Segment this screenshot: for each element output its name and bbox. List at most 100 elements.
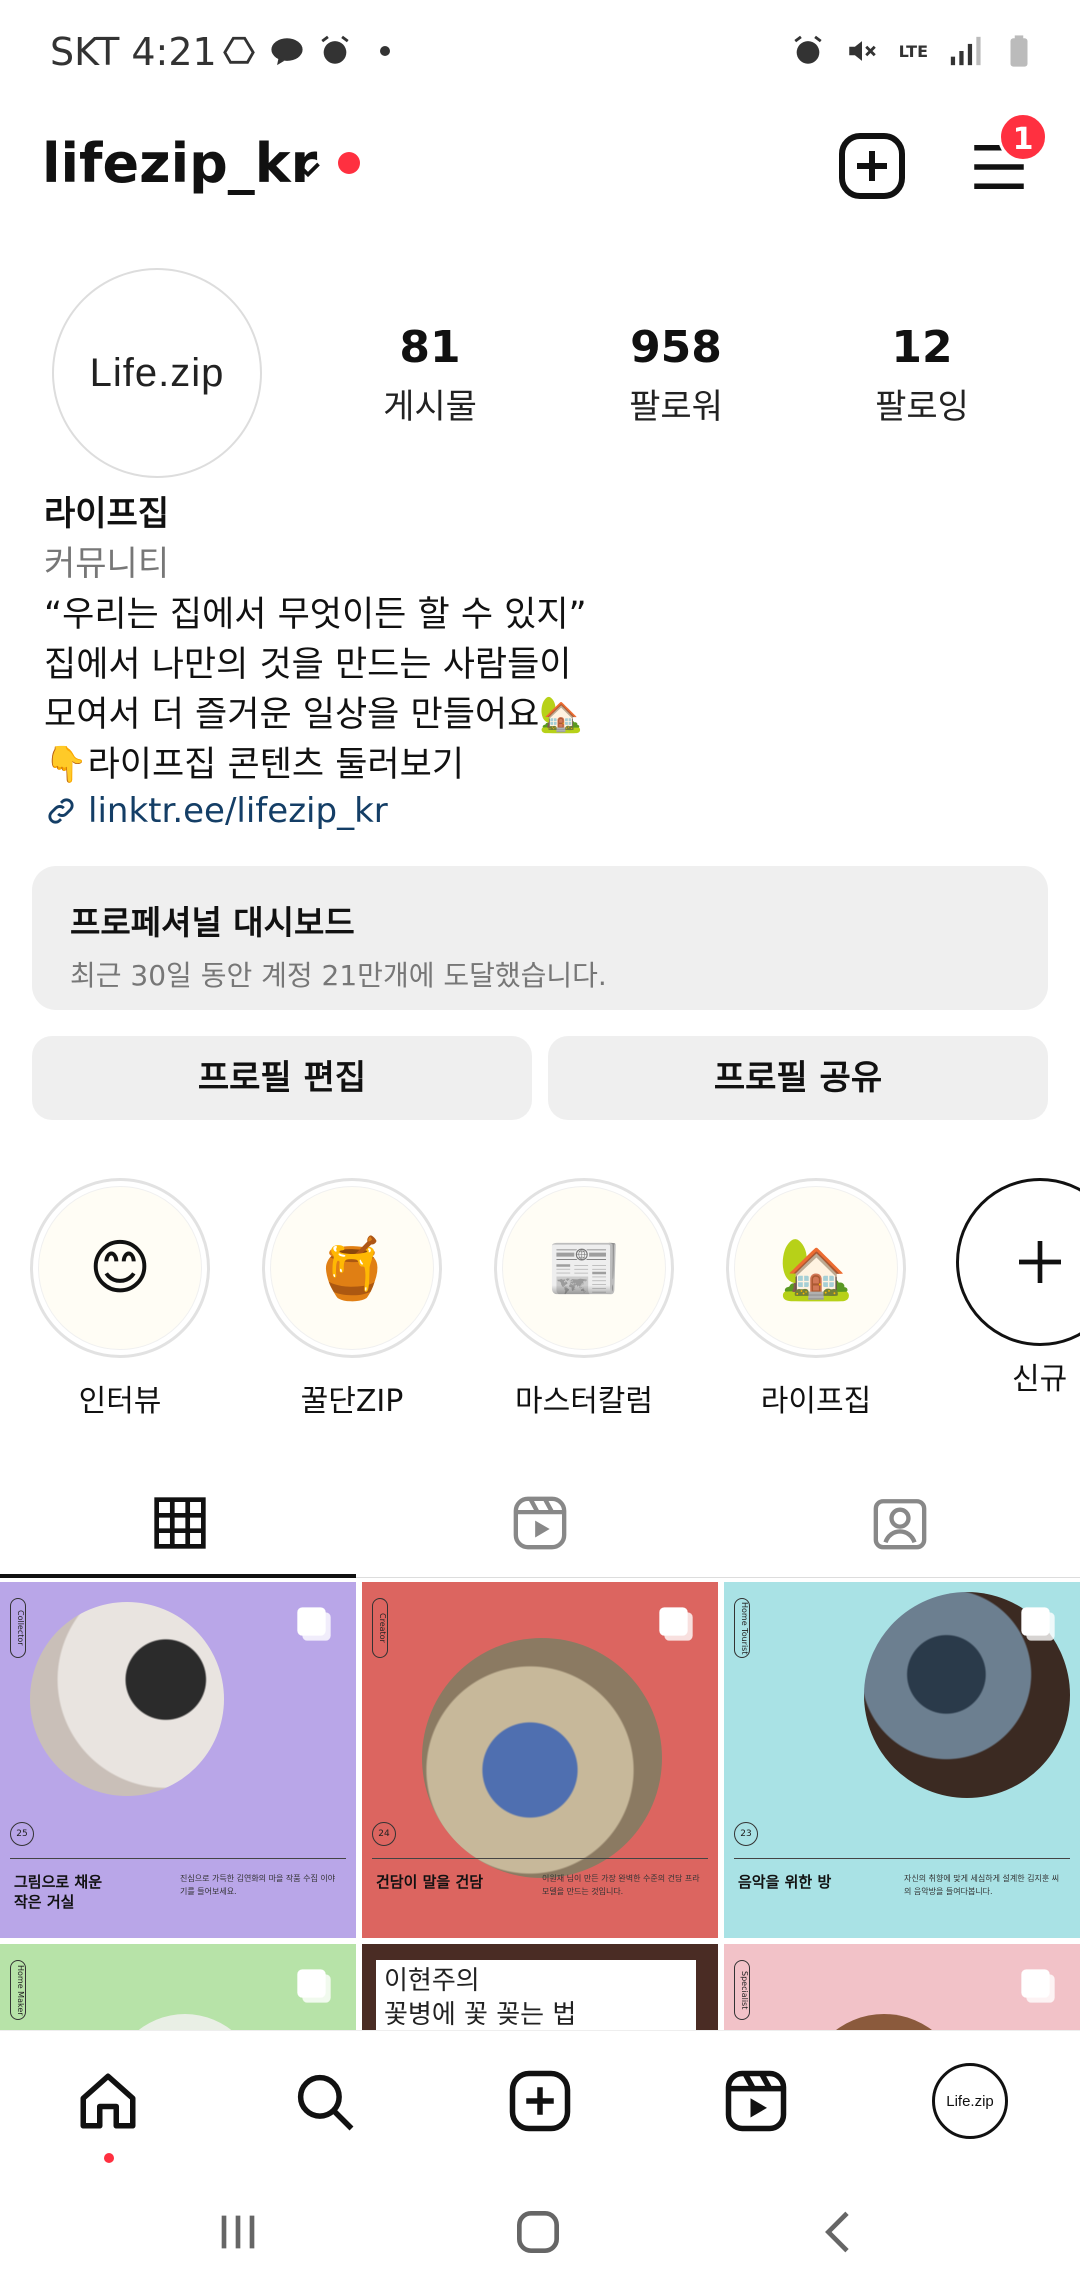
highlight-new[interactable]: 신규 (956, 1178, 1080, 1398)
post-title: 그림으로 채운 작은 거실 (14, 1873, 103, 1911)
post-description: 자신의 취향에 맞게 세심하게 설계한 김지훈 씨의 음악방을 들여다봅니다. (904, 1874, 1060, 1896)
edit-profile-button[interactable]: 프로필 편집 (32, 1036, 532, 1120)
alarm-icon (794, 35, 822, 64)
multiple-photos-icon (1021, 1607, 1055, 1641)
lte-icon: LTE (898, 41, 928, 61)
posts-label: 게시물 (383, 387, 477, 427)
home-button-icon[interactable] (510, 2204, 566, 2260)
highlight-ring: 📰 (494, 1178, 674, 1358)
account-category: 커뮤니티 (44, 544, 170, 584)
bio-link-text[interactable]: linktr.ee/lifezip_kr (88, 791, 388, 831)
highlight-ring: 🍯 (262, 1178, 442, 1358)
divider (372, 1858, 708, 1859)
signal-icon (950, 36, 981, 66)
profile-tabs (0, 1468, 1080, 1578)
new-highlight-button[interactable] (956, 1178, 1080, 1346)
avatar-logo-text: Life.zip (89, 350, 225, 395)
bio-line: 👇라이프집 콘텐츠 둘러보기 (44, 745, 465, 785)
tab-reels[interactable] (360, 1468, 720, 1578)
multiple-photos-icon (297, 1969, 331, 2003)
multiple-photos-icon (297, 1607, 331, 1641)
status-time: SKT 4:21 (50, 30, 217, 74)
grid-post-5[interactable]: 이현주의 꽃병에 꽃 꽂는 법 (362, 1944, 718, 2032)
create-icon (509, 2070, 571, 2132)
tab-tagged[interactable] (720, 1468, 1080, 1578)
posts-grid: Collector 25 그림으로 채운 작은 거실 진심으로 가득한 김연화의… (0, 1582, 1080, 2032)
back-icon[interactable] (812, 2204, 868, 2260)
recent-apps-icon[interactable] (210, 2204, 266, 2260)
multiple-photos-icon (1021, 1969, 1055, 2003)
following-stat[interactable]: 12 팔로잉 (822, 322, 1022, 428)
nav-create[interactable] (500, 2061, 580, 2141)
tab-grid[interactable] (0, 1468, 360, 1578)
highlight-label: 신규 (1012, 1362, 1068, 1397)
post-photo (422, 1638, 662, 1878)
grid-post-1[interactable]: Collector 25 그림으로 채운 작은 거실 진심으로 가득한 김연화의… (0, 1582, 356, 1938)
post-category-tag: Specialist (734, 1960, 750, 2020)
highlight-label: 인터뷰 (78, 1384, 162, 1419)
divider (10, 1858, 346, 1859)
post-photo (30, 1602, 224, 1796)
post-title: 이현주의 꽃병에 꽃 꽂는 법 (376, 1960, 696, 2032)
bio-line: 집에서 나만의 것을 만드는 사람들이 (44, 645, 572, 685)
post-description: 이원재 님이 만든 가장 완벽한 수준의 건담 프라모델을 만드는 것입니다. (542, 1874, 700, 1896)
profile-avatar-small: Life.zip (932, 2063, 1008, 2139)
status-bar: SKT 4:21 LTE (0, 0, 1080, 110)
menu-notification-badge: 1 (998, 112, 1048, 162)
grid-post-3[interactable]: Home Tourist 23 음악을 위한 방 자신의 취향에 맞게 세심하게… (724, 1582, 1080, 1938)
bio-link[interactable]: linktr.ee/lifezip_kr (44, 786, 1044, 836)
drive-icon (223, 36, 255, 64)
following-count: 12 (891, 322, 953, 373)
highlight-ring: 🏡 (726, 1178, 906, 1358)
chevron-down-icon[interactable] (290, 152, 326, 188)
post-category-tag: Home Tourist (734, 1598, 750, 1658)
grid-post-6[interactable]: Specialist (724, 1944, 1080, 2032)
post-category-tag: Home Maker (10, 1960, 26, 2020)
post-title: 음악을 위한 방 (738, 1873, 832, 1891)
posts-stat[interactable]: 81 게시물 (330, 322, 530, 428)
highlight-label: 마스터칼럼 (515, 1384, 653, 1419)
mute-icon (848, 41, 876, 61)
highlight-honey-tips[interactable]: 🍯 꿀단ZIP (262, 1178, 442, 1420)
nav-profile[interactable]: Life.zip (930, 2061, 1010, 2141)
professional-dashboard[interactable]: 프로페셔널 대시보드 최근 30일 동안 계정 21만개에 도달했습니다. (32, 866, 1048, 1010)
username[interactable]: lifezip_kr (42, 132, 317, 195)
talk-icon (271, 38, 303, 66)
highlight-emoji: 🍯 (270, 1186, 434, 1350)
following-label: 팔로잉 (875, 387, 969, 427)
highlight-lifezip[interactable]: 🏡 라이프집 (726, 1178, 906, 1420)
highlight-master-column[interactable]: 📰 마스터칼럼 (494, 1178, 674, 1420)
grid-icon (154, 1497, 206, 1549)
active-tab-indicator (0, 1574, 356, 1578)
bottom-navigation: Life.zip (0, 2030, 1080, 2180)
nav-search[interactable] (284, 2061, 364, 2141)
highlight-emoji: 🏡 (734, 1186, 898, 1350)
divider (734, 1858, 1070, 1859)
post-title: 건담이 말을 건담 (376, 1873, 484, 1891)
battery-icon (1010, 35, 1028, 67)
grid-post-2[interactable]: Creator 24 건담이 말을 건담 이원재 님이 만든 가장 완벽한 수준… (362, 1582, 718, 1938)
home-activity-dot (104, 2153, 114, 2163)
post-number: 24 (372, 1822, 396, 1846)
followers-stat[interactable]: 958 팔로워 (576, 322, 776, 428)
share-profile-button[interactable]: 프로필 공유 (548, 1036, 1048, 1120)
reels-icon (513, 1496, 567, 1550)
bio-line: 모여서 더 즐거운 일상을 만들어요🏡 (44, 695, 583, 735)
posts-count: 81 (399, 322, 461, 373)
plus-icon (1019, 1241, 1061, 1283)
create-post-button[interactable] (836, 130, 908, 202)
account-notification-dot (338, 152, 360, 174)
highlight-label: 꿀단ZIP (300, 1384, 404, 1419)
highlight-emoji: 😊 (38, 1186, 202, 1350)
search-icon (297, 2074, 354, 2131)
highlight-interview[interactable]: 😊 인터뷰 (30, 1178, 210, 1420)
profile-top-bar: lifezip_kr 1 (0, 112, 1080, 218)
nav-reels[interactable] (716, 2061, 796, 2141)
highlight-label: 라이프집 (760, 1384, 872, 1419)
grid-post-4[interactable]: Home Maker (0, 1944, 356, 2032)
highlight-ring: 😊 (30, 1178, 210, 1358)
system-navigation-bar (0, 2180, 1080, 2280)
profile-avatar[interactable]: Life.zip (52, 268, 262, 478)
nav-home[interactable] (68, 2061, 148, 2141)
post-number: 23 (734, 1822, 758, 1846)
